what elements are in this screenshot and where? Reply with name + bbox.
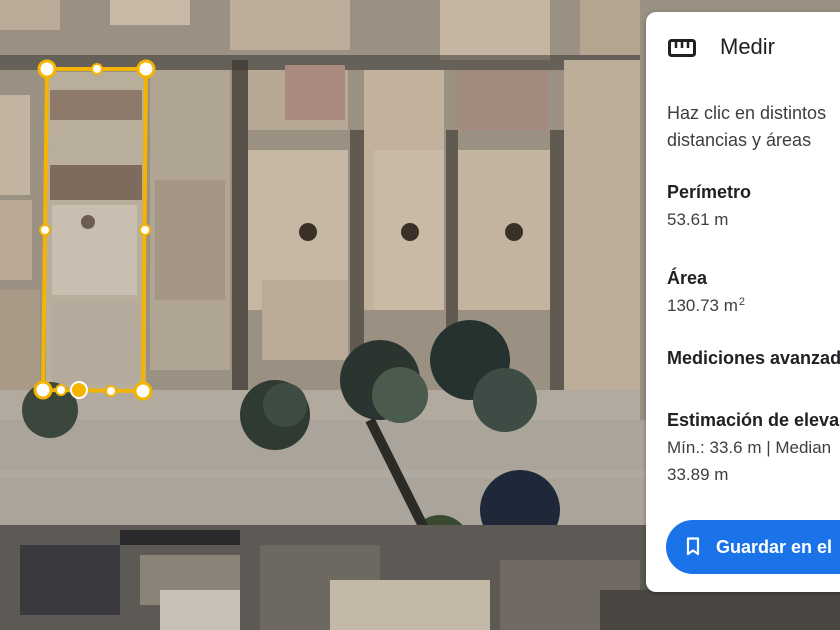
vertex-handle-icon[interactable] — [136, 59, 156, 79]
elevation-line-2: 33.89 m — [667, 465, 729, 484]
midpoint-handle-icon[interactable] — [105, 385, 117, 397]
instructions-line-2: distancias y áreas — [667, 130, 812, 150]
panel-header: Medir — [646, 12, 840, 82]
advanced-measurements-link[interactable]: Mediciones avanzad — [667, 348, 840, 369]
measure-panel: Medir Haz clic en distintos distancias y… — [646, 12, 840, 592]
elevation-line-1: Mín.: 33.6 m | Median — [667, 438, 832, 457]
ruler-icon — [668, 39, 696, 57]
instructions-line-1: Haz clic en distintos — [667, 103, 827, 123]
elevation-value: Mín.: 33.6 m | Median 33.89 m — [667, 434, 831, 488]
vertex-handle-icon[interactable] — [70, 381, 88, 399]
panel-title: Medir — [720, 34, 776, 59]
vertex-handle-icon[interactable] — [37, 59, 57, 79]
save-button-label: Guardar en el — [716, 536, 833, 557]
perimeter-value: 53.61 m — [667, 210, 729, 229]
vertex-handle-icon[interactable] — [133, 381, 153, 401]
perimeter-label: Perímetro — [667, 182, 752, 202]
midpoint-handle-icon[interactable] — [55, 384, 67, 396]
area-label: Área — [667, 268, 708, 288]
bookmark-icon — [686, 537, 700, 556]
instructions-text: Haz clic en distintos distancias y áreas — [667, 100, 826, 154]
area-value: 130.73 m2 — [667, 296, 745, 316]
vertex-handle-icon[interactable] — [33, 380, 53, 400]
save-button[interactable]: Guardar en el — [666, 520, 840, 574]
area-number: 130.73 m — [667, 296, 738, 315]
elevation-label: Estimación de eleva — [667, 410, 840, 430]
area-unit-exponent: 2 — [738, 296, 746, 308]
midpoint-handle-icon[interactable] — [39, 224, 51, 236]
midpoint-handle-icon[interactable] — [139, 224, 151, 236]
midpoint-handle-icon[interactable] — [91, 63, 103, 75]
